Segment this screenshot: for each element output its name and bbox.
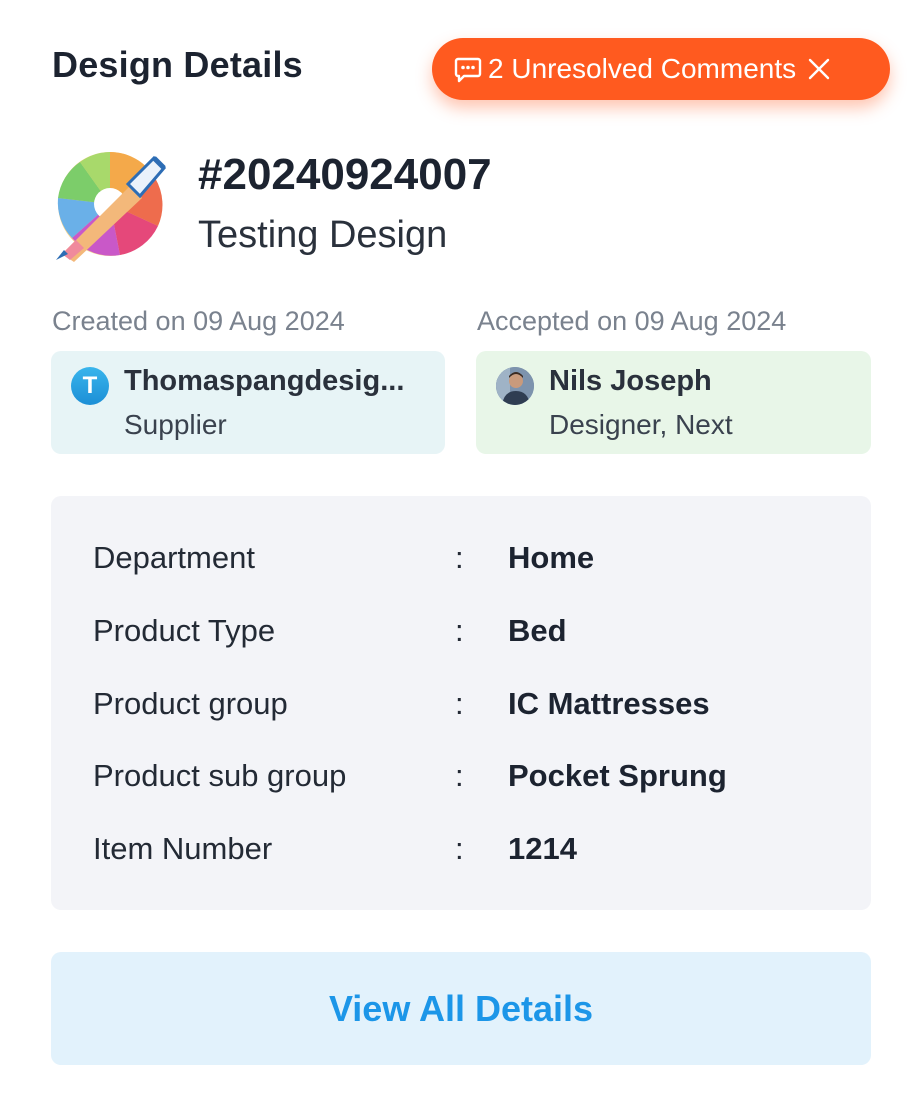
created-date-label: Created on 09 Aug 2024 (52, 306, 345, 336)
detail-label: Item Number (93, 831, 273, 866)
designer-role: Designer, Next (549, 409, 733, 440)
detail-separator: : (455, 758, 464, 793)
detail-value: 1214 (508, 831, 577, 866)
detail-separator: : (455, 613, 464, 648)
design-details-card: Design Details 2 Unresolved Comments #20… (0, 0, 920, 1116)
detail-row-product-group: Product group : IC Mattresses (51, 686, 871, 726)
detail-row-department: Department : Home (51, 540, 871, 580)
design-number: #20240924007 (198, 150, 492, 199)
detail-row-item-number: Item Number : 1214 (51, 831, 871, 871)
detail-row-product-sub-group: Product sub group : Pocket Sprung (51, 758, 871, 798)
avatar (496, 367, 534, 405)
section-title: Design Details (52, 44, 303, 85)
comments-count-label: 2 Unresolved Comments (488, 53, 797, 84)
detail-separator: : (455, 540, 464, 575)
supplier-name: Thomaspangdesig... (124, 365, 405, 397)
product-details-panel: Department : Home Product Type : Bed Pro… (51, 496, 871, 910)
detail-value: Pocket Sprung (508, 758, 727, 793)
detail-label: Department (93, 540, 255, 575)
avatar: T (71, 367, 109, 405)
detail-label: Product sub group (93, 758, 347, 793)
comment-icon (452, 53, 484, 85)
detail-value: IC Mattresses (508, 686, 710, 721)
design-name: Testing Design (198, 214, 448, 256)
design-brush-palette-icon (50, 146, 167, 262)
detail-value: Home (508, 540, 595, 575)
detail-label: Product group (93, 686, 288, 721)
designer-name: Nils Joseph (549, 365, 712, 397)
detail-value: Bed (508, 613, 567, 648)
supplier-role: Supplier (124, 409, 227, 440)
detail-separator: : (455, 686, 464, 721)
accepted-date-label: Accepted on 09 Aug 2024 (477, 306, 787, 336)
detail-separator: : (455, 831, 464, 866)
detail-label: Product Type (93, 613, 276, 648)
close-icon[interactable] (806, 56, 832, 82)
detail-row-product-type: Product Type : Bed (51, 613, 871, 653)
designer-card: Nils Joseph Designer, Next (476, 351, 871, 454)
view-all-details-button[interactable]: View All Details (51, 952, 871, 1065)
unresolved-comments-button[interactable]: 2 Unresolved Comments (432, 38, 890, 100)
supplier-card: T Thomaspangdesig... Supplier (51, 351, 445, 454)
